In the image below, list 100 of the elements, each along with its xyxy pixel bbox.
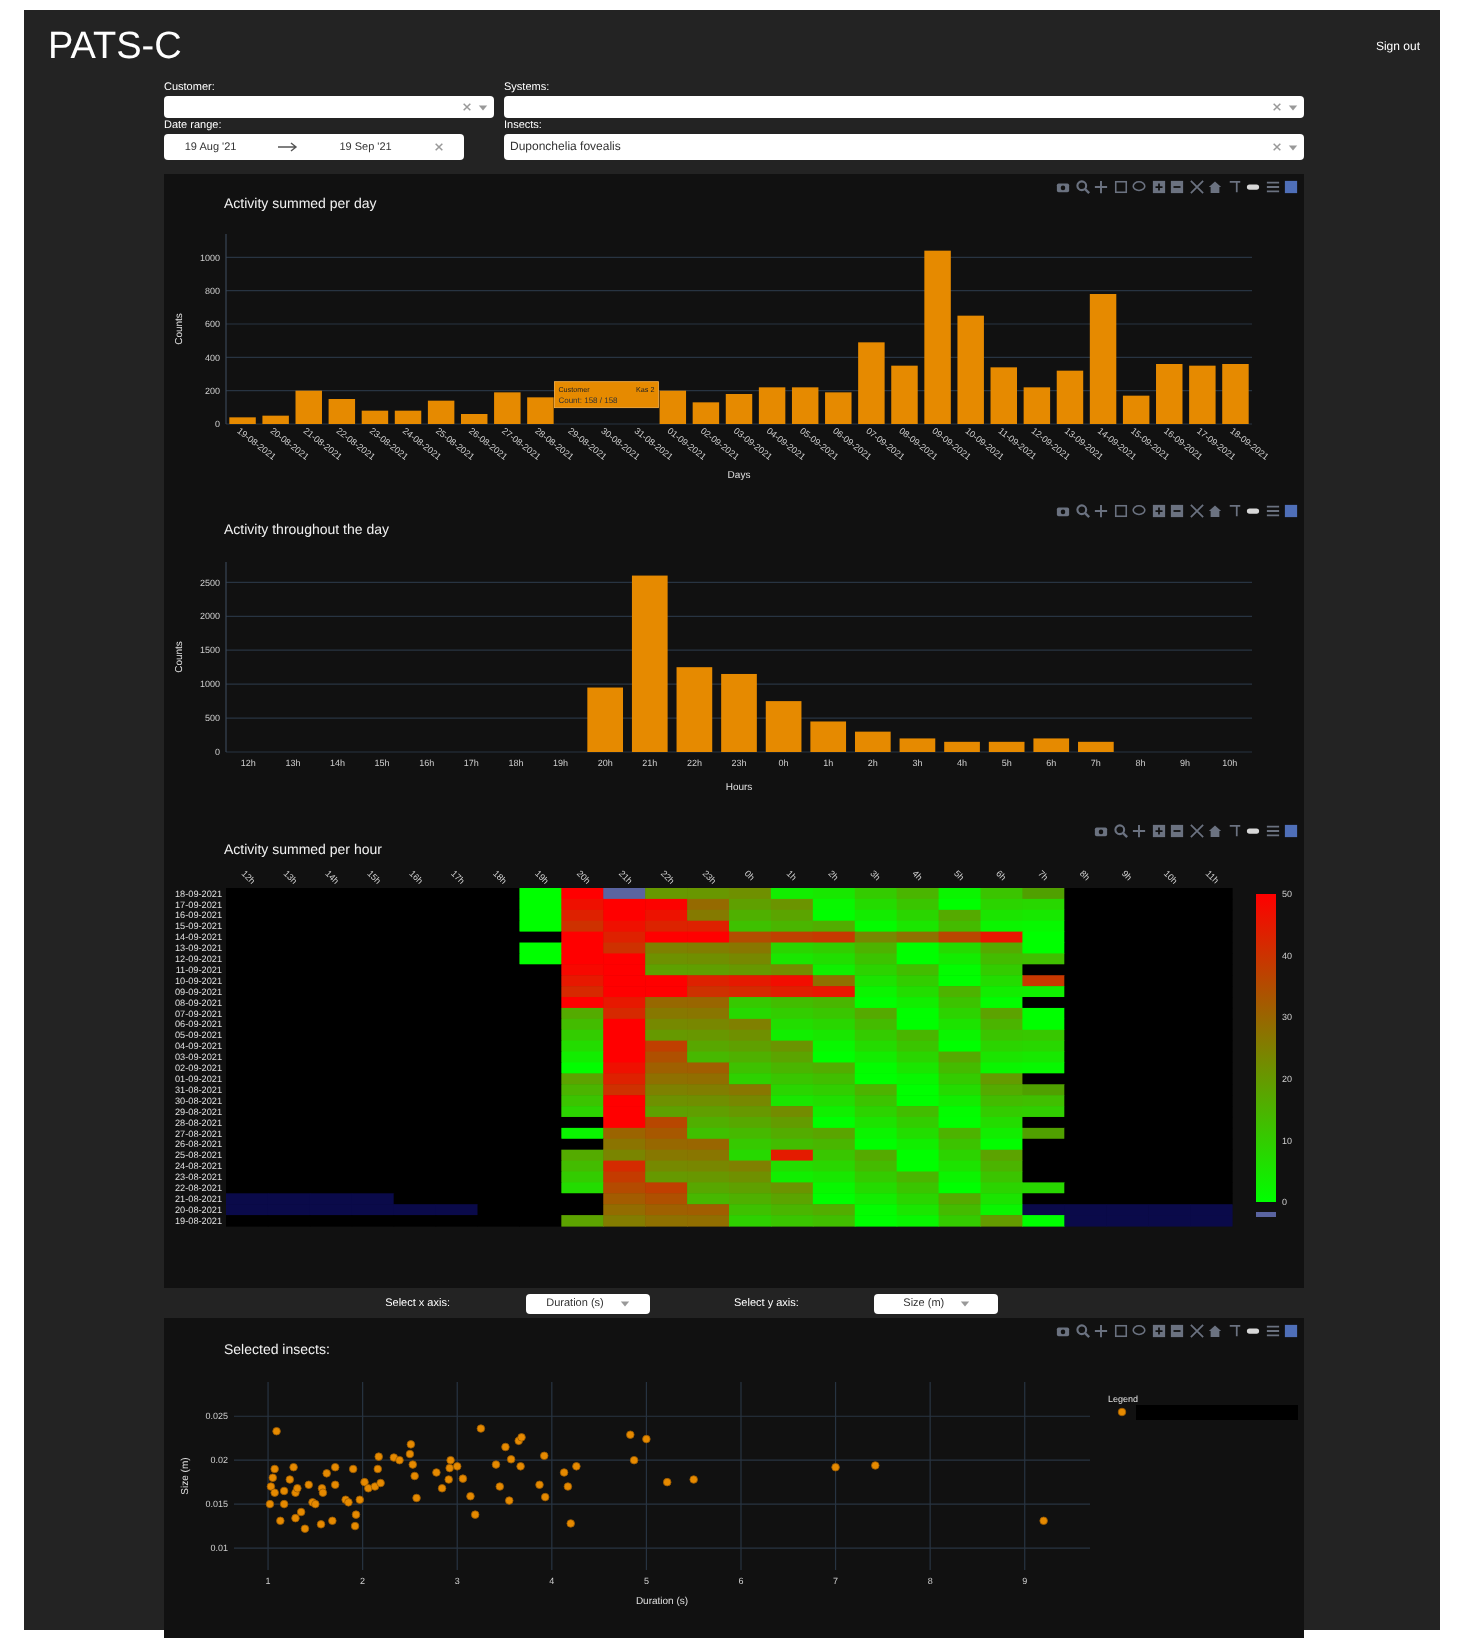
data-point (535, 1480, 544, 1489)
hover-compare-icon[interactable] (1265, 180, 1279, 194)
bar (721, 673, 757, 752)
zoom-out-icon[interactable] (1170, 180, 1184, 194)
caret-icon[interactable] (960, 1299, 971, 1307)
data-point (374, 1452, 383, 1461)
zoom-out-icon[interactable] (1170, 504, 1184, 518)
legend-marker-icon[interactable] (1117, 1407, 1127, 1417)
zoom-in-icon[interactable] (1151, 504, 1165, 518)
camera-icon[interactable] (1094, 824, 1108, 838)
data-point (1039, 1516, 1048, 1525)
data-point (349, 1464, 358, 1474)
caret-icon[interactable] (1288, 103, 1298, 111)
camera-icon[interactable] (1056, 504, 1070, 518)
box-select-icon[interactable] (1113, 180, 1127, 194)
data-point (466, 1492, 475, 1501)
camera-icon[interactable] (1056, 1324, 1070, 1338)
bar (361, 410, 389, 424)
autoscale-icon[interactable] (1189, 824, 1203, 838)
logo-icon[interactable] (1284, 1324, 1298, 1338)
zoom-icon[interactable] (1075, 504, 1089, 518)
clear-icon[interactable] (1272, 102, 1282, 112)
data-point (689, 1475, 698, 1484)
zoom-icon[interactable] (1113, 824, 1127, 838)
pan-icon[interactable] (1094, 504, 1108, 518)
autoscale-icon[interactable] (1189, 1324, 1203, 1338)
colorbar-swatch (1256, 1212, 1276, 1217)
data-point (505, 1496, 514, 1505)
data-point (476, 1424, 486, 1433)
data-point (559, 1468, 569, 1477)
box-select-icon[interactable] (1113, 1324, 1127, 1338)
hover-compare-icon[interactable] (1265, 1324, 1279, 1338)
lasso-icon[interactable] (1132, 180, 1146, 194)
bar (758, 387, 786, 424)
lasso-icon[interactable] (1132, 1324, 1146, 1338)
zoom-in-icon[interactable] (1151, 180, 1165, 194)
bar (1122, 395, 1150, 424)
bar (394, 410, 422, 424)
spike-lines-icon[interactable] (1227, 1324, 1241, 1338)
zoom-icon[interactable] (1075, 1324, 1089, 1338)
logo-icon[interactable] (1284, 504, 1298, 518)
zoom-out-icon[interactable] (1170, 1324, 1184, 1338)
bar (791, 387, 819, 424)
bar (494, 392, 521, 424)
clear-icon[interactable] (433, 142, 444, 152)
bar (855, 731, 891, 752)
data-point (663, 1477, 672, 1487)
caret-icon[interactable] (478, 103, 488, 111)
bar (988, 741, 1025, 752)
spike-lines-icon[interactable] (1227, 824, 1241, 838)
logo-icon[interactable] (1284, 180, 1298, 194)
caret-icon[interactable] (1288, 143, 1298, 151)
hover-compare-icon[interactable] (1265, 824, 1279, 838)
arrow-icon (277, 142, 298, 152)
lasso-icon[interactable] (1132, 504, 1146, 518)
pan-icon[interactable] (1094, 180, 1108, 194)
bar (262, 415, 289, 424)
data-point (831, 1463, 840, 1472)
data-point (412, 1493, 421, 1503)
home-icon[interactable] (1208, 504, 1222, 518)
zoom-in-icon[interactable] (1151, 1324, 1165, 1338)
bar (858, 342, 885, 424)
data-point (540, 1451, 549, 1460)
caret-icon[interactable] (619, 1299, 630, 1307)
clear-icon[interactable] (462, 102, 472, 112)
hover-closest-icon[interactable] (1246, 180, 1260, 194)
bar (1222, 364, 1249, 424)
bar (990, 367, 1017, 424)
logo-icon[interactable] (1284, 824, 1298, 838)
hover-closest-icon[interactable] (1246, 824, 1260, 838)
bar (461, 414, 488, 424)
bar (825, 392, 852, 424)
zoom-icon[interactable] (1075, 180, 1089, 194)
bar (1056, 370, 1084, 424)
pan-icon[interactable] (1132, 824, 1146, 838)
bar (891, 365, 918, 424)
bar (328, 399, 356, 424)
hover-closest-icon[interactable] (1246, 1324, 1260, 1338)
camera-icon[interactable] (1056, 180, 1070, 194)
hover-compare-icon[interactable] (1265, 504, 1279, 518)
home-icon[interactable] (1208, 1324, 1222, 1338)
data-point (501, 1442, 510, 1452)
spike-lines-icon[interactable] (1227, 504, 1241, 518)
data-point (491, 1460, 501, 1469)
bar (587, 687, 623, 752)
autoscale-icon[interactable] (1189, 180, 1203, 194)
spike-lines-icon[interactable] (1227, 180, 1241, 194)
clear-icon[interactable] (1272, 142, 1282, 152)
app-title: PATS-C (48, 26, 182, 70)
box-select-icon[interactable] (1113, 504, 1127, 518)
zoom-out-icon[interactable] (1170, 824, 1184, 838)
hover-closest-icon[interactable] (1246, 504, 1260, 518)
home-icon[interactable] (1208, 180, 1222, 194)
data-point (626, 1430, 635, 1439)
hover-tooltip (554, 381, 659, 409)
bar (810, 721, 847, 752)
autoscale-icon[interactable] (1189, 504, 1203, 518)
zoom-in-icon[interactable] (1151, 824, 1165, 838)
home-icon[interactable] (1208, 824, 1222, 838)
pan-icon[interactable] (1094, 1324, 1108, 1338)
